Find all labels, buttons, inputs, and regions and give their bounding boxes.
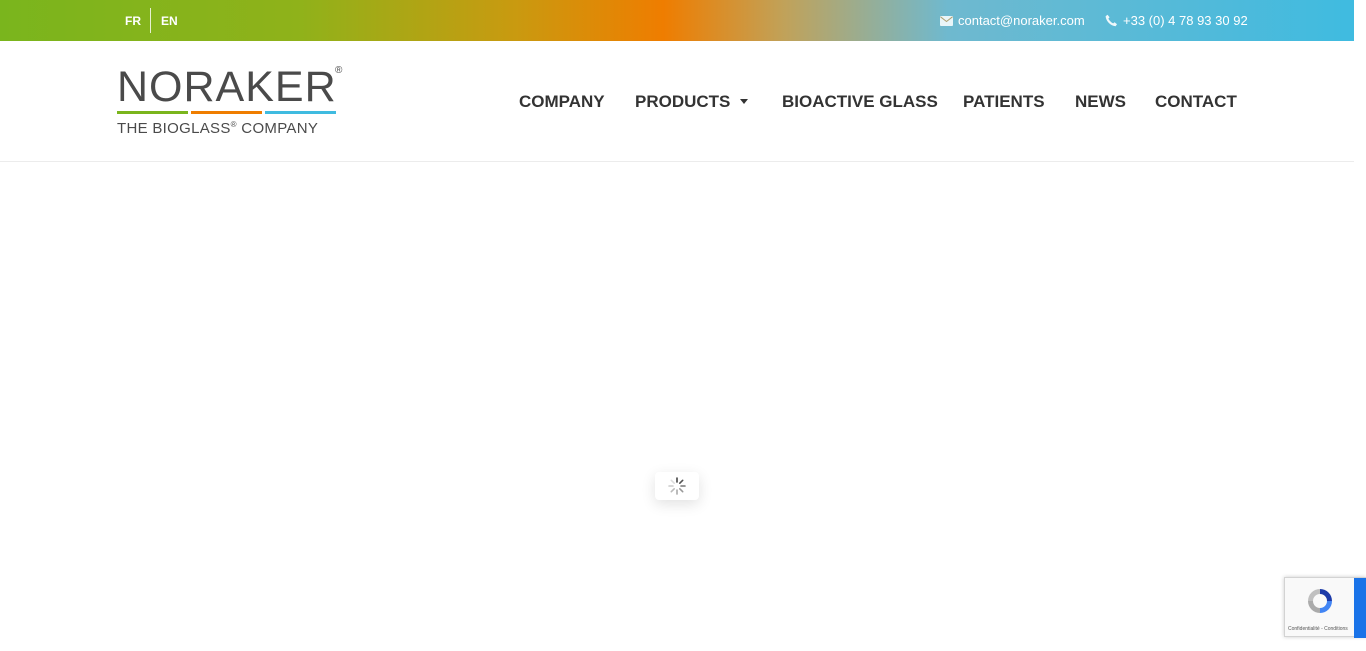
logo-bar-blue [265,111,336,114]
phone-icon [1105,14,1117,27]
logo-color-bars [117,111,336,114]
language-fr-link[interactable]: FR [125,0,141,41]
top-bar: FR EN contact@noraker.com +33 (0) 4 78 9… [0,0,1354,41]
nav-products-label: PRODUCTS [635,91,731,111]
nav-news-label: NEWS [1075,91,1126,111]
contact-phone-link[interactable]: +33 (0) 4 78 93 30 92 [1105,0,1248,41]
logo-bar-orange [191,111,262,114]
loading-spinner [655,472,699,500]
logo-registered-mark: ® [335,65,343,76]
recaptcha-icon [1308,589,1332,613]
nav-patients-label: PATIENTS [963,91,1045,111]
nav-company[interactable]: COMPANY [519,41,605,162]
spinner-icon [668,477,686,495]
contact-email-text: contact@noraker.com [958,13,1085,28]
caret-down-icon [740,99,749,104]
nav-contact[interactable]: CONTACT [1155,41,1237,162]
envelope-icon [940,15,953,26]
nav-contact-label: CONTACT [1155,91,1237,111]
recaptcha-legal-text: Confidentialité - Conditions [1288,626,1348,632]
contact-phone-text: +33 (0) 4 78 93 30 92 [1123,13,1248,28]
logo-wordmark: NORAKER [117,63,337,111]
nav-news[interactable]: NEWS [1075,41,1126,162]
noraker-logo[interactable]: NORAKER ® THE BIOGLASS® COMPANY [117,65,347,139]
nav-products[interactable]: PRODUCTS [635,41,749,162]
language-en-link[interactable]: EN [161,0,178,41]
logo-tagline: THE BIOGLASS® COMPANY [117,120,318,137]
nav-bioactive-glass[interactable]: BIOACTIVE GLASS [782,41,938,162]
language-separator [150,8,151,33]
logo-bar-green [117,111,188,114]
nav-company-label: COMPANY [519,91,605,111]
nav-patients[interactable]: PATIENTS [963,41,1045,162]
recaptcha-badge[interactable]: Confidentialité - Conditions [1284,577,1366,638]
contact-email-link[interactable]: contact@noraker.com [940,0,1085,41]
recaptcha-side-strip [1354,578,1366,638]
logo-tagline-prefix: THE BIOGLASS [117,120,231,137]
nav-bioactive-glass-label: BIOACTIVE GLASS [782,91,938,111]
logo-tagline-suffix: COMPANY [236,120,319,137]
